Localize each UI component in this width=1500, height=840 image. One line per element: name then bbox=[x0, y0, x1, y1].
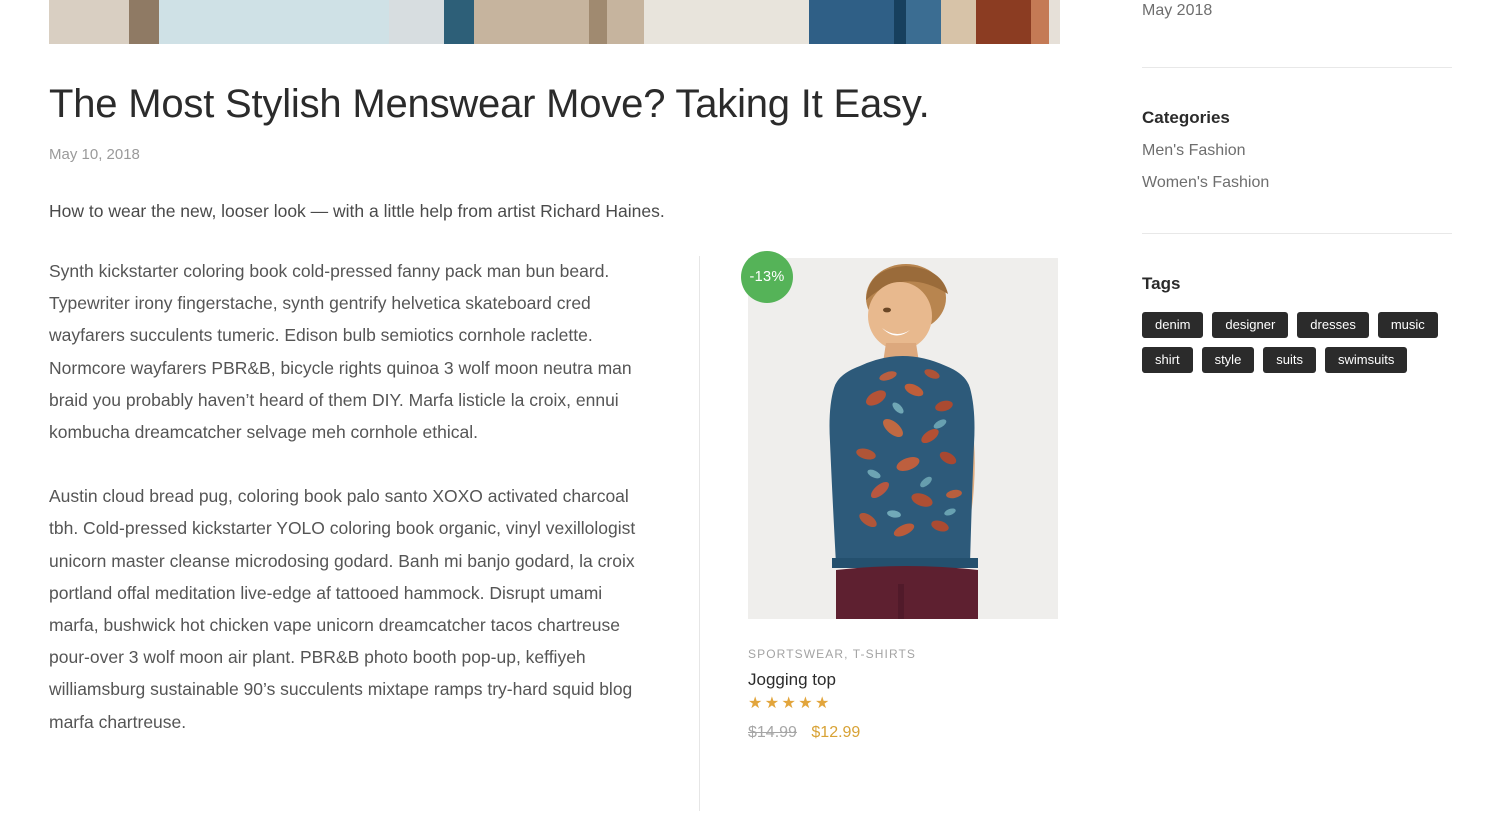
product-price-sale: $12.99 bbox=[811, 724, 861, 741]
sidebar-archive-item[interactable]: May 2018 bbox=[1142, 0, 1452, 20]
tag-swimsuits[interactable]: swimsuits bbox=[1325, 347, 1408, 373]
tag-style[interactable]: style bbox=[1201, 347, 1255, 373]
product-card[interactable]: SPORTSWEAR, T-SHIRTS Jogging top ★★★★★ $… bbox=[748, 258, 1058, 742]
sidebar-category-womens-fashion[interactable]: Women's Fashion bbox=[1142, 160, 1452, 192]
article-text-column: Synth kickstarter coloring book cold-pre… bbox=[49, 255, 649, 770]
article-paragraph: Synth kickstarter coloring book cold-pre… bbox=[49, 261, 632, 443]
page-title: The Most Stylish Menswear Move? Taking I… bbox=[49, 82, 930, 126]
hero-illustration bbox=[49, 0, 1060, 44]
blog-post-page: The Most Stylish Menswear Move? Taking I… bbox=[0, 0, 1500, 840]
product-photo-illustration bbox=[748, 258, 1058, 619]
tag-suits[interactable]: suits bbox=[1263, 347, 1317, 373]
tag-shirt[interactable]: shirt bbox=[1142, 347, 1193, 373]
product-image[interactable] bbox=[748, 258, 1058, 619]
product-categories[interactable]: SPORTSWEAR, T-SHIRTS bbox=[748, 619, 1058, 661]
sidebar: May 2018 Categories Men's Fashion Women'… bbox=[1142, 0, 1452, 373]
discount-badge: -13% bbox=[741, 251, 793, 303]
tag-cloud: denim designer dresses music shirt style… bbox=[1142, 294, 1457, 373]
vertical-divider bbox=[699, 256, 700, 811]
sidebar-category-mens-fashion[interactable]: Men's Fashion bbox=[1142, 128, 1452, 160]
article-paragraph: Austin cloud bread pug, coloring book pa… bbox=[49, 486, 636, 732]
sidebar-heading-tags: Tags bbox=[1142, 274, 1181, 293]
tag-music[interactable]: music bbox=[1377, 312, 1438, 338]
product-rating-stars: ★★★★★ bbox=[748, 695, 832, 712]
post-date: May 10, 2018 bbox=[49, 146, 140, 164]
tag-denim[interactable]: denim bbox=[1142, 312, 1204, 338]
product-title[interactable]: Jogging top bbox=[748, 661, 1058, 690]
product-price-row: $14.99 $12.99 bbox=[748, 712, 1058, 742]
sidebar-heading-categories: Categories bbox=[1142, 108, 1230, 127]
tag-dresses[interactable]: dresses bbox=[1297, 312, 1369, 338]
post-excerpt: How to wear the new, looser look — with … bbox=[49, 201, 665, 222]
tag-designer[interactable]: designer bbox=[1212, 312, 1289, 338]
article-header: The Most Stylish Menswear Move? Taking I… bbox=[49, 44, 1060, 224]
hero-image bbox=[49, 0, 1060, 44]
product-price-original: $14.99 bbox=[748, 724, 797, 741]
